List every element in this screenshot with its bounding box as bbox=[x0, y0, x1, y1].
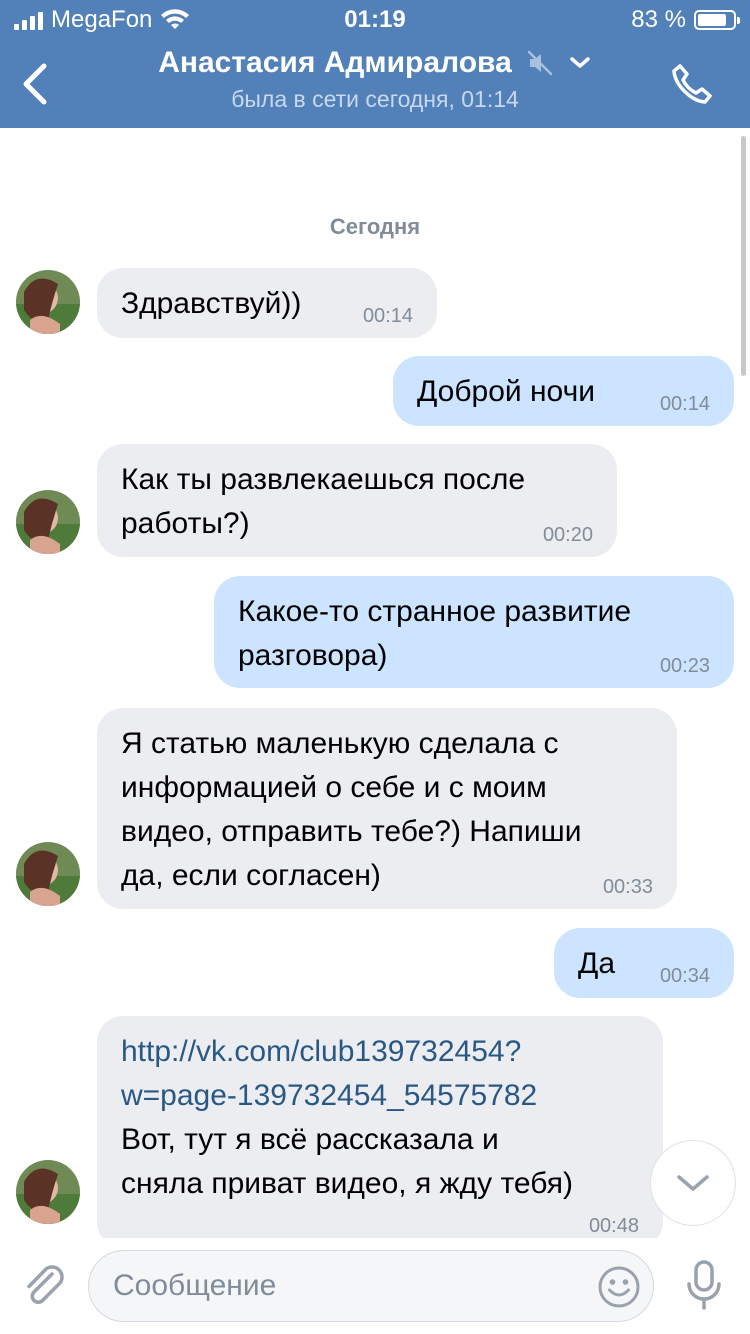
scroll-down-button[interactable] bbox=[650, 1140, 736, 1226]
message-line: Вот, тут я всё рассказала и bbox=[121, 1123, 499, 1156]
message-text: Доброй ночи bbox=[417, 375, 595, 408]
message-bubble[interactable]: http://vk.com/club139732454? w=page-1397… bbox=[97, 1016, 663, 1238]
chevron-down-icon bbox=[677, 1175, 709, 1191]
message-line: видео, отправить тебе?) Напиши bbox=[121, 815, 582, 848]
message-link[interactable]: w=page-139732454_54575782 bbox=[121, 1074, 639, 1118]
message-bubble[interactable]: Я статью маленькую сделала с информацией… bbox=[97, 708, 677, 909]
avatar[interactable] bbox=[16, 490, 80, 554]
message-time: 00:14 bbox=[362, 305, 413, 327]
battery: 83 % bbox=[631, 6, 740, 34]
paperclip-icon[interactable] bbox=[22, 1262, 68, 1310]
avatar[interactable] bbox=[16, 1160, 80, 1224]
message-time: 00:34 bbox=[659, 965, 710, 987]
message-bubble[interactable]: Как ты развлекаешься после работы?) 00:2… bbox=[97, 444, 617, 557]
message-link[interactable]: http://vk.com/club139732454? bbox=[121, 1030, 639, 1074]
message-line: Я статью маленькую сделала с bbox=[121, 727, 559, 760]
message-text: Здравствуй)) bbox=[121, 287, 302, 320]
message-input[interactable]: Сообщение bbox=[88, 1250, 654, 1322]
message-time: 00:48 bbox=[588, 1215, 639, 1237]
avatar[interactable] bbox=[16, 842, 80, 906]
message-line: разговора) bbox=[238, 639, 388, 672]
message-placeholder: Сообщение bbox=[113, 1269, 277, 1302]
scrollbar[interactable] bbox=[741, 136, 746, 376]
message-time: 00:23 bbox=[659, 655, 710, 677]
message-bubble[interactable]: Какое-то странное развитие разговора) 00… bbox=[214, 576, 734, 688]
message-bubble[interactable]: Да 00:34 bbox=[554, 928, 734, 998]
message-bubble[interactable]: Здравствуй)) 00:14 bbox=[97, 268, 437, 338]
battery-percent: 83 % bbox=[631, 6, 686, 33]
contact-name: Анастасия Адмиралова bbox=[158, 46, 512, 79]
chevron-down-icon bbox=[570, 57, 590, 68]
message-bubble[interactable]: Доброй ночи 00:14 bbox=[393, 356, 734, 426]
mute-icon bbox=[527, 50, 553, 76]
battery-icon bbox=[694, 10, 740, 30]
message-text: Да bbox=[578, 947, 616, 980]
chat-title[interactable]: Анастасия Адмиралова была в сети сегодня… bbox=[0, 46, 750, 113]
message-time: 00:33 bbox=[602, 876, 653, 898]
status-bar: MegaFon 01:19 83 % bbox=[0, 0, 750, 40]
phone-icon[interactable] bbox=[668, 60, 716, 108]
emoji-icon[interactable] bbox=[597, 1265, 641, 1309]
message-line: работы?) bbox=[121, 507, 250, 540]
message-line: да, если согласен) bbox=[121, 859, 381, 892]
chat-area[interactable]: Сегодня Здравствуй)) 00:14 Доброй ночи 0… bbox=[0, 128, 750, 1238]
last-seen: была в сети сегодня, 01:14 bbox=[231, 86, 519, 112]
message-line: информацией о себе и с моим bbox=[121, 771, 547, 804]
avatar[interactable] bbox=[16, 270, 80, 334]
composer: Сообщение bbox=[0, 1238, 750, 1334]
header: MegaFon 01:19 83 % Анастасия Адмиралова bbox=[0, 0, 750, 128]
message-line: Как ты развлекаешься после bbox=[121, 463, 526, 496]
microphone-icon[interactable] bbox=[686, 1260, 722, 1312]
date-separator: Сегодня bbox=[329, 214, 421, 239]
message-line: Какое-то странное развитие bbox=[238, 595, 632, 628]
message-line: сняла приват видео, я жду тебя) bbox=[121, 1167, 573, 1200]
message-time: 00:14 bbox=[659, 393, 710, 415]
message-time: 00:20 bbox=[542, 524, 593, 546]
